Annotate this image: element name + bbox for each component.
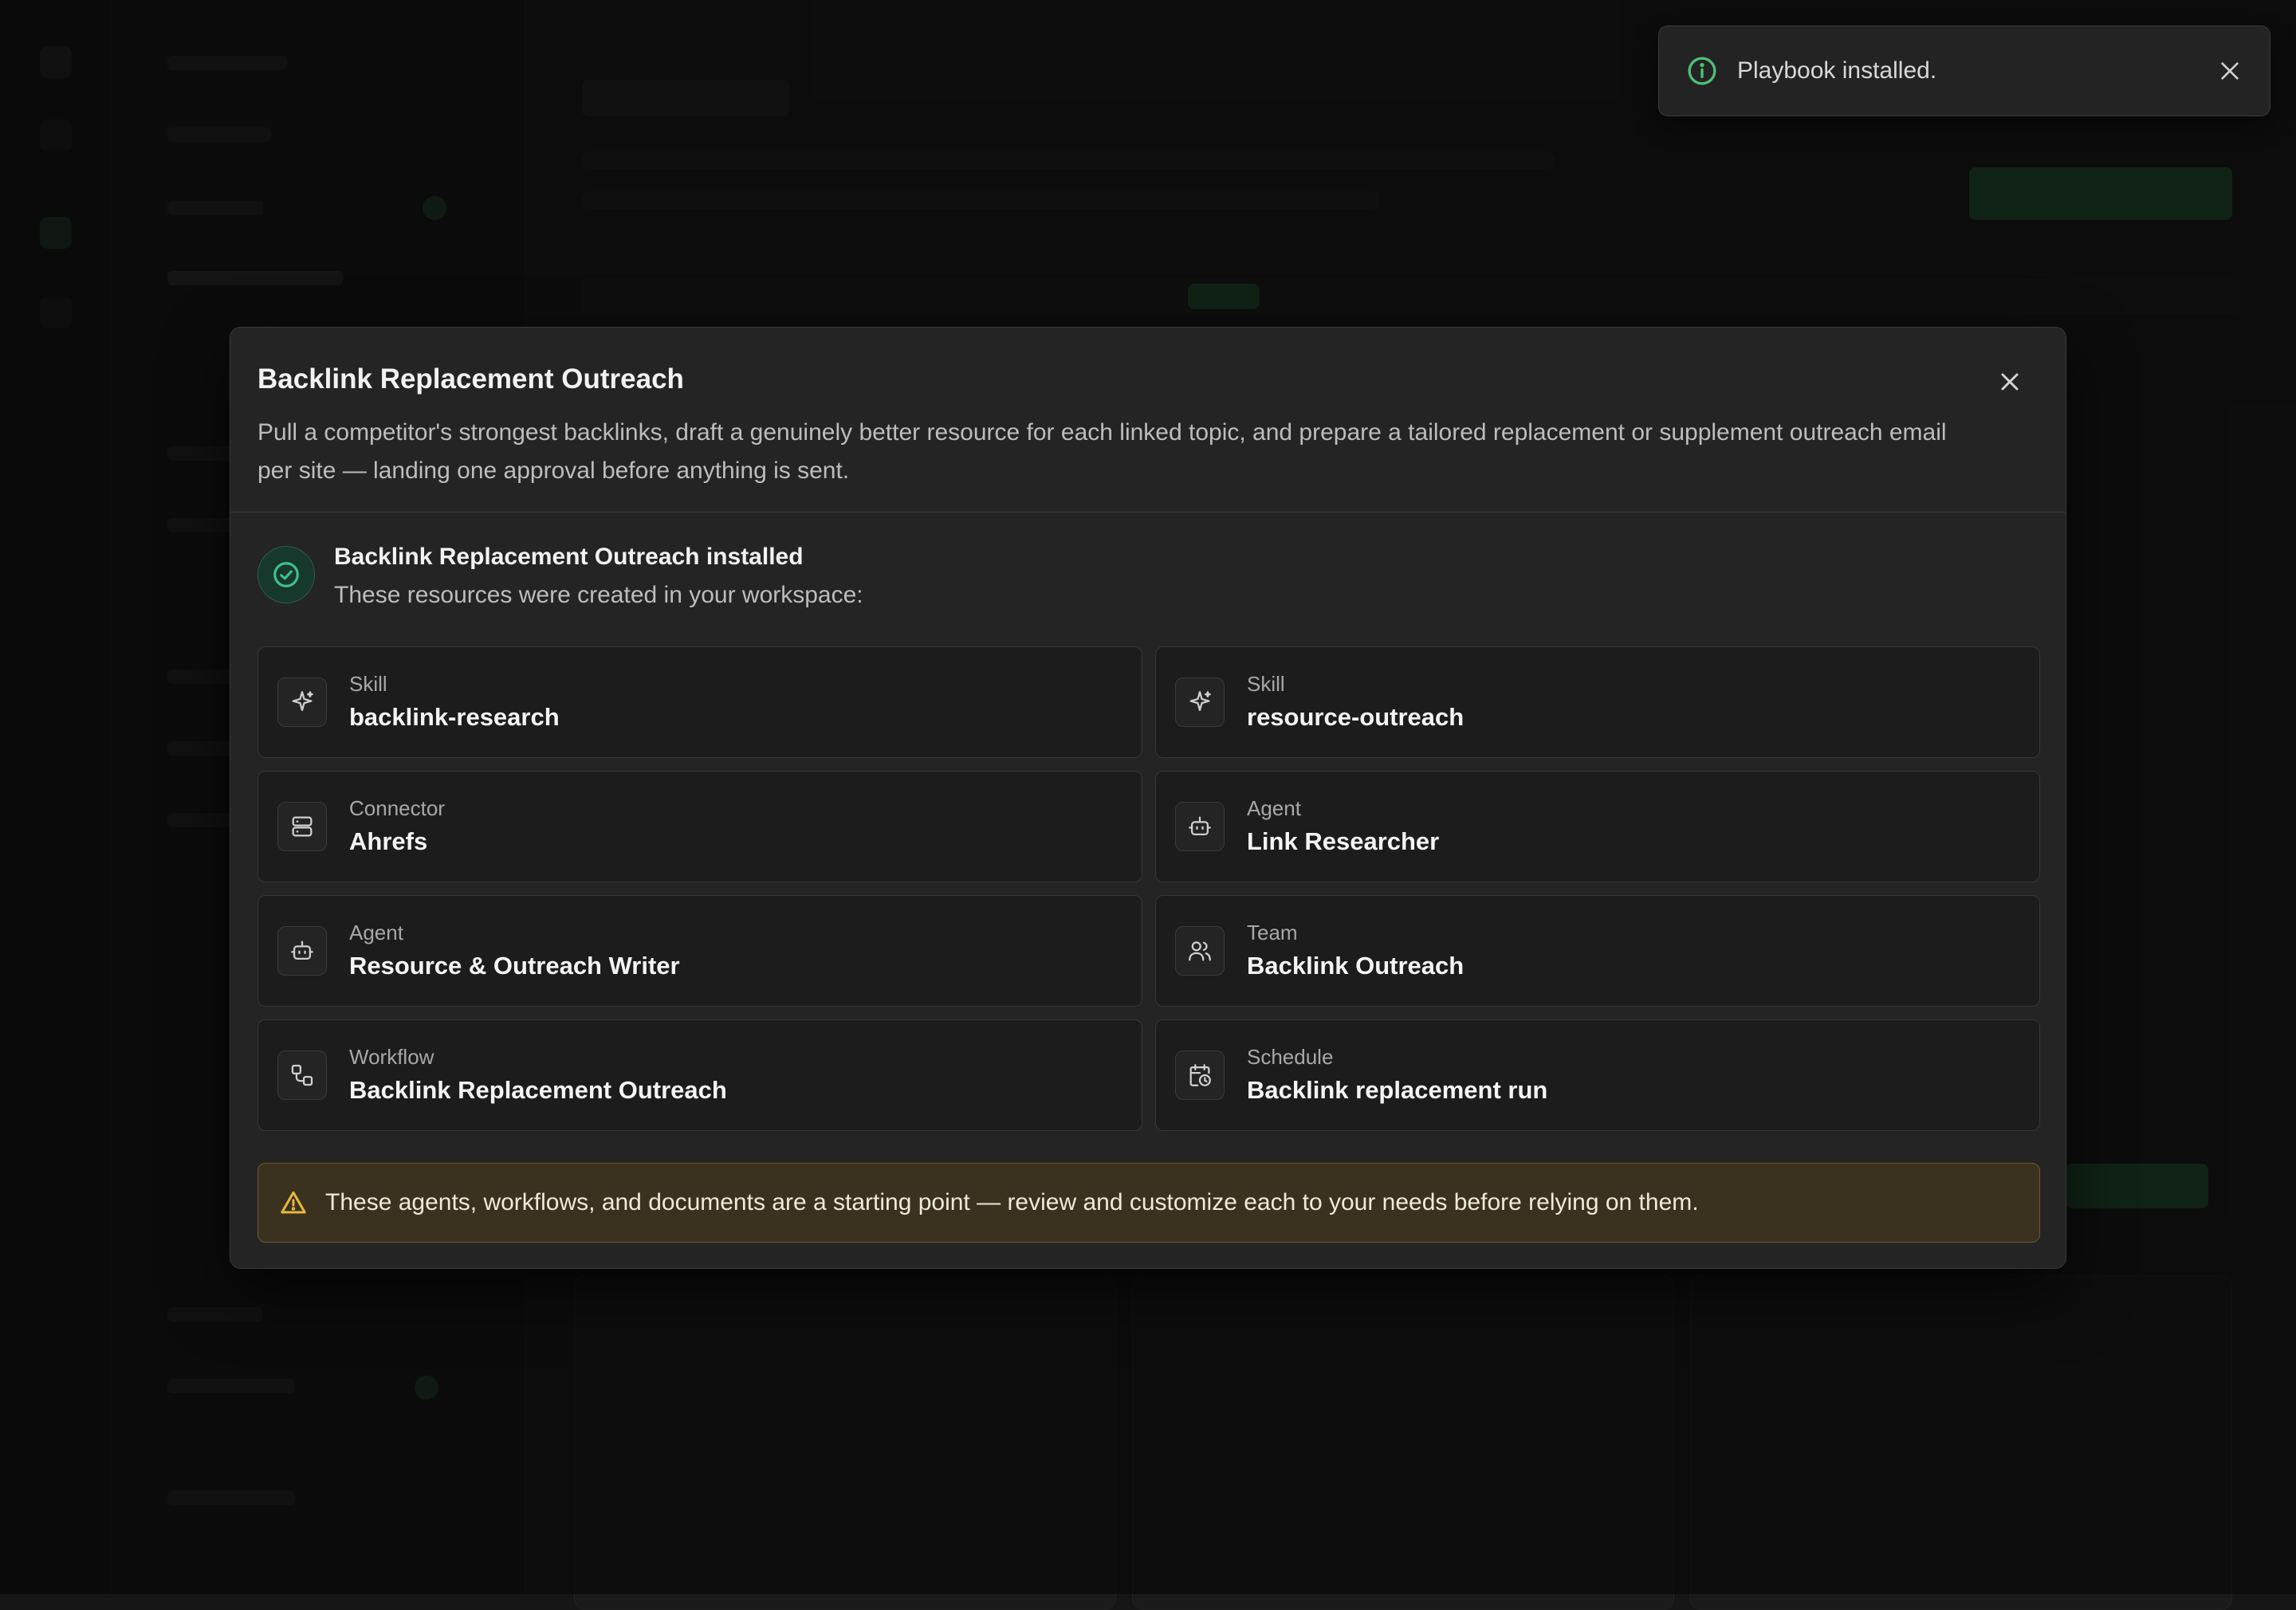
resource-name: resource-outreach	[1247, 701, 1464, 733]
resource-name: Ahrefs	[349, 826, 445, 858]
success-badge	[258, 546, 315, 603]
calendar-clock-icon	[1186, 1062, 1213, 1089]
resource-name: backlink-research	[349, 701, 560, 733]
success-subtitle: These resources were created in your wor…	[334, 579, 863, 611]
users-icon	[1186, 937, 1213, 964]
playbook-installed-dialog: Backlink Replacement Outreach Pull a com…	[230, 327, 2066, 1269]
resource-kind: Skill	[349, 671, 560, 697]
bot-icon	[289, 937, 316, 964]
resource-card[interactable]: Agent Link Researcher	[1155, 771, 2040, 882]
resource-card[interactable]: Team Backlink Outreach	[1155, 895, 2040, 1007]
success-title: Backlink Replacement Outreach installed	[334, 541, 863, 573]
resource-grid: Skill backlink-research Skill resource-o…	[258, 646, 2040, 1131]
resource-card[interactable]: Agent Resource & Outreach Writer	[258, 895, 1142, 1007]
dialog-title: Backlink Replacement Outreach	[258, 363, 2038, 396]
resource-name: Resource & Outreach Writer	[349, 950, 680, 982]
sparkle-icon	[1186, 689, 1213, 716]
resource-kind: Connector	[349, 795, 445, 821]
resource-kind: Agent	[1247, 795, 1439, 821]
resource-card[interactable]: Skill resource-outreach	[1155, 646, 2040, 758]
dialog-header: Backlink Replacement Outreach Pull a com…	[230, 328, 2066, 512]
dialog-description: Pull a competitor's strongest backlinks,…	[258, 414, 1972, 490]
info-circle-icon	[1686, 55, 1718, 87]
check-circle-icon	[271, 560, 301, 590]
resource-kind: Agent	[349, 920, 680, 945]
resource-kind: Skill	[1247, 671, 1464, 697]
warning-triangle-icon	[279, 1188, 308, 1217]
resource-name: Backlink Outreach	[1247, 950, 1464, 982]
warning-text: These agents, workflows, and documents a…	[325, 1189, 1699, 1216]
sparkle-icon	[289, 689, 316, 716]
toast-notification: Playbook installed.	[1658, 26, 2270, 116]
workflow-icon	[289, 1062, 316, 1089]
resource-card[interactable]: Workflow Backlink Replacement Outreach	[258, 1019, 1142, 1131]
resource-kind: Schedule	[1247, 1044, 1547, 1070]
resource-name: Backlink replacement run	[1247, 1074, 1547, 1106]
install-success: Backlink Replacement Outreach installed …	[258, 536, 863, 611]
resource-card[interactable]: Skill backlink-research	[258, 646, 1142, 758]
resource-kind: Workflow	[349, 1044, 727, 1070]
resource-card[interactable]: Schedule Backlink replacement run	[1155, 1019, 2040, 1131]
resource-name: Link Researcher	[1247, 826, 1439, 858]
bot-icon	[1186, 813, 1213, 840]
close-icon[interactable]	[2217, 58, 2243, 84]
toast-message: Playbook installed.	[1737, 57, 2217, 84]
warning-banner: These agents, workflows, and documents a…	[258, 1163, 2040, 1243]
resource-card[interactable]: Connector Ahrefs	[258, 771, 1142, 882]
close-icon[interactable]	[1995, 367, 2024, 396]
resource-kind: Team	[1247, 920, 1464, 945]
server-icon	[289, 813, 316, 840]
resource-name: Backlink Replacement Outreach	[349, 1074, 727, 1106]
